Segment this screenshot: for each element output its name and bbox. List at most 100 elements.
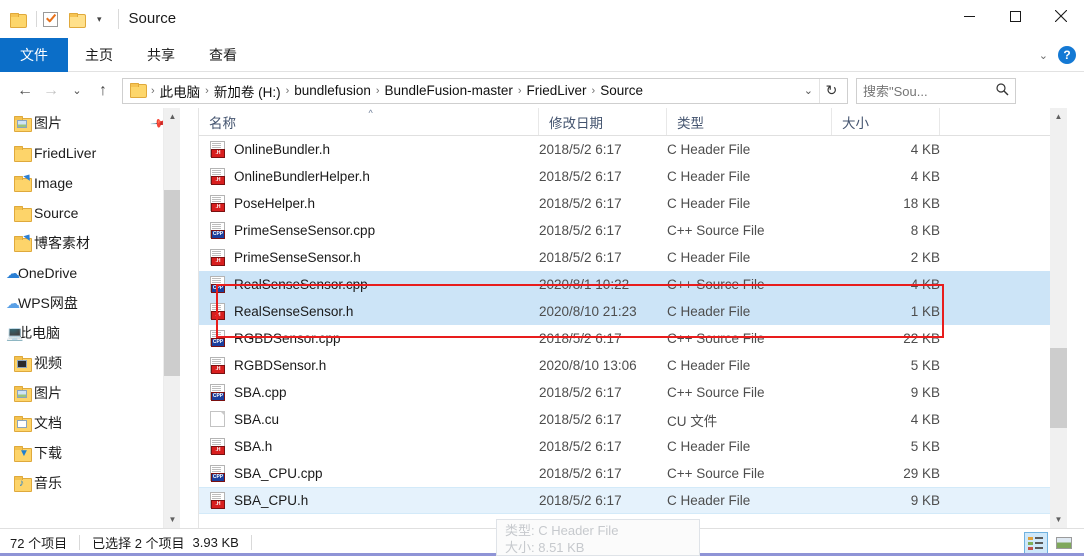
folder-music-icon: ♪ (14, 475, 32, 492)
close-button[interactable] (1038, 0, 1084, 32)
table-row[interactable]: CPP RealSenseSensor.cpp 2020/8/1 10:22 C++ … (199, 271, 1067, 298)
customize-qat-caret-icon[interactable]: ▾ (95, 14, 104, 25)
column-header-name[interactable]: ^ 名称 (199, 108, 539, 135)
breadcrumb-segment-source[interactable]: Source (597, 83, 646, 98)
breadcrumb-separator-icon[interactable]: › (284, 85, 292, 97)
cpp-file-icon: CPP (209, 222, 226, 239)
nav-scroll-down-icon[interactable]: ▼ (164, 511, 180, 528)
navigation-scrollbar[interactable]: ▲ ▼ (163, 108, 180, 528)
folder-videos-icon (14, 355, 32, 372)
file-name-cell[interactable]: .H SBA.h (199, 438, 539, 455)
table-row[interactable]: .H OnlineBundler.h 2018/5/2 6:17 C Header F… (199, 136, 1067, 163)
forward-button[interactable]: → (38, 78, 64, 104)
column-header-date[interactable]: 修改日期 (539, 108, 667, 135)
sidebar-item-12[interactable]: ♪ 音乐 (0, 468, 180, 498)
breadcrumb-segment-bundlefusion-master[interactable]: BundleFusion-master (382, 83, 516, 98)
table-row[interactable]: CPP SBA_CPU.cpp 2018/5/2 6:17 C++ Source Fi… (199, 460, 1067, 487)
file-name-label: SBA.cpp (234, 385, 287, 400)
sidebar-item-2[interactable]: Image (0, 168, 180, 198)
file-name-cell[interactable]: CPP RealSenseSensor.cpp (199, 276, 539, 293)
folder-shortcut-icon (14, 231, 33, 252)
file-name-cell[interactable]: .H RGBDSensor.h (199, 357, 539, 374)
column-header-type[interactable]: 类型 (667, 108, 832, 135)
file-name-cell[interactable]: CPP SBA_CPU.cpp (199, 465, 539, 482)
tab-share[interactable]: 共享 (130, 38, 192, 72)
refresh-icon[interactable]: ↻ (819, 78, 843, 103)
help-icon[interactable]: ? (1058, 46, 1076, 64)
sidebar-item-3[interactable]: Source (0, 198, 180, 228)
maximize-button[interactable] (992, 0, 1038, 32)
recent-locations-icon[interactable]: ⌄ (64, 78, 90, 104)
sidebar-item-4[interactable]: 博客素材 (0, 228, 180, 258)
file-name-cell[interactable]: .H PoseHelper.h (199, 195, 539, 212)
file-name-cell[interactable]: CPP RGBDSensor.cpp (199, 330, 539, 347)
file-name-cell[interactable]: CPP PrimeSenseSensor.cpp (199, 222, 539, 239)
table-row[interactable]: .H OnlineBundlerHelper.h 2018/5/2 6:17 C He… (199, 163, 1067, 190)
table-row[interactable]: SBA.cu 2018/5/2 6:17 CU 文件 4 KB (199, 406, 1067, 433)
file-name-cell[interactable]: .H OnlineBundlerHelper.h (199, 168, 539, 185)
breadcrumb[interactable]: › 此电脑 › 新加卷 (H:) › bundlefusion › Bundle… (122, 77, 848, 104)
breadcrumb-separator-icon[interactable]: › (516, 85, 524, 97)
nav-scroll-thumb[interactable] (164, 190, 180, 376)
file-name-cell[interactable]: .H RealSenseSensor.h (199, 303, 539, 320)
tab-home[interactable]: 主页 (68, 38, 130, 72)
breadcrumb-separator-icon[interactable]: › (590, 85, 598, 97)
file-list-scrollbar[interactable]: ▲ ▼ (1050, 108, 1067, 528)
chevron-down-icon[interactable]: ⌄ (1039, 49, 1048, 62)
column-header-size[interactable]: 大小 (832, 108, 940, 135)
file-name-cell[interactable]: SBA.cu (199, 411, 539, 428)
table-row[interactable]: CPP PrimeSenseSensor.cpp 2018/5/2 6:17 C++ … (199, 217, 1067, 244)
list-scroll-down-icon[interactable]: ▼ (1050, 511, 1067, 528)
sidebar-item-1[interactable]: FriedLiver (0, 138, 180, 168)
file-type-cell: C Header File (667, 304, 751, 319)
breadcrumb-segment-drive[interactable]: 新加卷 (H:) (211, 81, 284, 101)
breadcrumb-segment-friedliver[interactable]: FriedLiver (524, 83, 590, 98)
file-type-cell: CU 文件 (667, 413, 718, 429)
tab-file[interactable]: 文件 (0, 38, 68, 72)
table-row[interactable]: CPP SBA.cpp 2018/5/2 6:17 C++ Source File 9 … (199, 379, 1067, 406)
breadcrumb-separator-icon[interactable]: › (374, 85, 382, 97)
table-row[interactable]: .H RGBDSensor.h 2020/8/10 13:06 C Header Fi… (199, 352, 1067, 379)
search-input[interactable]: 搜索"Sou... (856, 77, 1016, 104)
table-row[interactable]: .H RealSenseSensor.h 2020/8/10 21:23 C Head… (199, 298, 1067, 325)
properties-icon[interactable] (43, 9, 63, 29)
search-icon[interactable] (996, 82, 1009, 99)
table-row[interactable]: .H SBA.h 2018/5/2 6:17 C Header File 5 KB (199, 433, 1067, 460)
minimize-button[interactable] (946, 0, 992, 32)
breadcrumb-dropdown-icon[interactable]: ⌄ (798, 84, 819, 97)
file-name-cell[interactable]: .H PrimeSenseSensor.h (199, 249, 539, 266)
list-scroll-up-icon[interactable]: ▲ (1050, 108, 1067, 125)
sidebar-item-7[interactable]: 💻 此电脑 (0, 318, 180, 348)
wps-cloud-icon: ☁ (6, 294, 20, 311)
sidebar-item-0[interactable]: 图片 📌 (0, 108, 180, 138)
list-scroll-thumb[interactable] (1050, 348, 1067, 428)
sidebar-item-10[interactable]: 文档 (0, 408, 180, 438)
sidebar-item-11[interactable]: ▼ 下载 (0, 438, 180, 468)
file-size-cell: 5 KB (910, 358, 940, 373)
breadcrumb-separator-icon[interactable]: › (149, 85, 157, 97)
sidebar-item-5[interactable]: ☁ OneDrive (0, 258, 180, 288)
table-row[interactable]: .H PoseHelper.h 2018/5/2 6:17 C Header File… (199, 190, 1067, 217)
file-name-cell[interactable]: .H SBA_CPU.h (199, 492, 539, 509)
nav-scroll-up-icon[interactable]: ▲ (164, 108, 180, 125)
sidebar-item-6[interactable]: ☁ WPS网盘 (0, 288, 180, 318)
table-row[interactable]: .H SBA_CPU.h 2018/5/2 6:17 C Header File 9 K… (199, 487, 1067, 514)
sidebar-item-8[interactable]: 视频 (0, 348, 180, 378)
sidebar-item-9[interactable]: 图片 (0, 378, 180, 408)
thumbnail-view-button[interactable] (1052, 532, 1076, 554)
breadcrumb-segment-bundlefusion[interactable]: bundlefusion (291, 83, 374, 98)
breadcrumb-separator-icon[interactable]: › (203, 85, 211, 97)
file-name-cell[interactable]: CPP SBA.cpp (199, 384, 539, 401)
column-header-name-label: 名称 (209, 115, 236, 131)
column-header-spacer[interactable] (940, 108, 1050, 135)
file-name-cell[interactable]: .H OnlineBundler.h (199, 141, 539, 158)
new-folder-icon[interactable] (69, 9, 89, 29)
breadcrumb-segment-this-pc[interactable]: 此电脑 (157, 81, 204, 101)
table-row[interactable]: .H PrimeSenseSensor.h 2018/5/2 6:17 C Heade… (199, 244, 1067, 271)
back-button[interactable]: ← (12, 78, 38, 104)
sidebar-item-label: WPS网盘 (18, 295, 78, 311)
details-view-button[interactable] (1024, 532, 1048, 554)
table-row[interactable]: CPP RGBDSensor.cpp 2018/5/2 6:17 C++ Source… (199, 325, 1067, 352)
up-button[interactable]: ↑ (90, 78, 116, 104)
tab-view[interactable]: 查看 (192, 38, 254, 72)
